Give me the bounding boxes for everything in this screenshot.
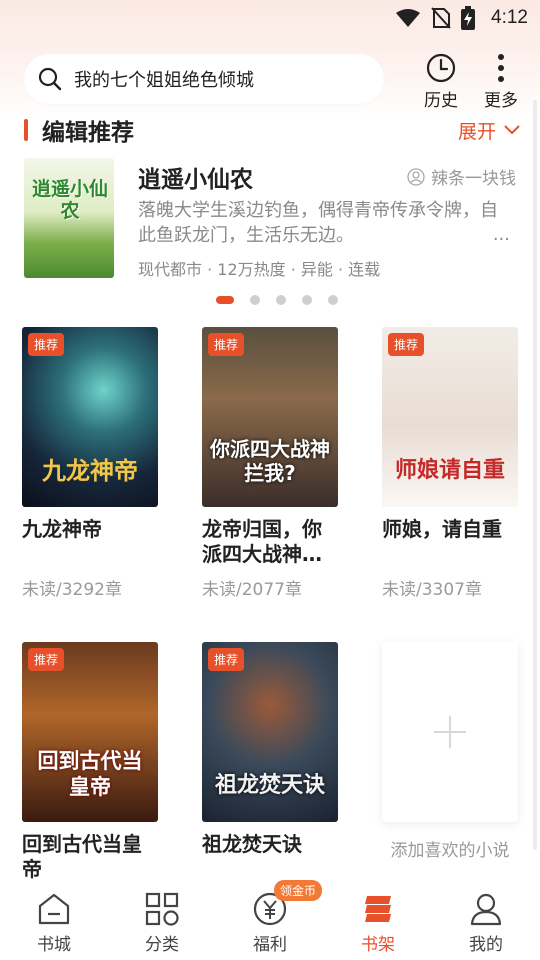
more-vertical-icon <box>498 54 504 82</box>
book-title: 祖龙焚天诀 <box>202 832 302 856</box>
history-label: 历史 <box>424 91 458 111</box>
carousel-dot-active <box>216 296 234 304</box>
book-cover[interactable]: 推荐 回到古代当皇帝 <box>22 642 158 822</box>
carousel-dot <box>250 295 260 305</box>
book-card[interactable]: 推荐 祖龙焚天诀 祖龙焚天诀 <box>202 642 338 882</box>
search-placeholder: 我的七个姐姐绝色倾城 <box>74 70 254 91</box>
featured-ellipsis: ... <box>492 224 510 245</box>
nav-item-profile[interactable]: 我的 <box>432 880 540 960</box>
battery-charging-icon <box>461 6 476 30</box>
wifi-icon <box>396 9 421 27</box>
featured-book-cover[interactable]: 逍遥小仙农 <box>24 158 114 278</box>
nav-item-category[interactable]: 分类 <box>108 880 216 960</box>
book-card[interactable]: 推荐 回到古代当皇帝 回到古代当皇帝 <box>22 642 158 882</box>
scrollbar[interactable] <box>533 100 537 850</box>
featured-author-name: 辣条一块钱 <box>431 169 516 189</box>
recommend-tag: 推荐 <box>388 333 425 356</box>
section-title: 编辑推荐 <box>42 120 134 146</box>
more-button[interactable]: 更多 <box>478 52 524 111</box>
search-bar[interactable]: 我的七个姐姐绝色倾城 <box>24 54 384 104</box>
book-card[interactable]: 推荐 九龙神帝 九龙神帝 未读/3292章 <box>22 327 158 600</box>
cover-title: 师娘请自重 <box>394 458 505 483</box>
nav-item-welfare[interactable]: 领金币 福利 <box>216 880 324 960</box>
cover-title: 你派四大战神拦我? <box>210 437 330 485</box>
nav-label: 书架 <box>361 935 395 955</box>
bottom-nav: 书城 分类 领金币 福利 书架 我的 <box>0 880 540 960</box>
home-icon <box>38 893 70 925</box>
book-progress: 未读/2077章 <box>202 580 302 600</box>
user-icon <box>407 167 425 186</box>
recommend-tag: 推荐 <box>28 648 65 671</box>
recommend-tag: 推荐 <box>208 333 245 356</box>
book-cover[interactable]: 推荐 祖龙焚天诀 <box>202 642 338 822</box>
book-progress: 未读/3292章 <box>22 580 122 600</box>
carousel-dot <box>276 295 286 305</box>
bookshelf-icon <box>365 896 391 922</box>
expand-label: 展开 <box>457 120 496 143</box>
nav-label: 分类 <box>145 935 179 955</box>
book-title: 师娘，请自重 <box>382 517 502 541</box>
coin-badge: 领金币 <box>274 880 323 901</box>
carousel-indicator <box>216 295 338 305</box>
expand-button[interactable]: 展开 <box>458 117 520 144</box>
carousel-dot <box>328 295 338 305</box>
no-sim-icon <box>431 7 451 29</box>
history-button[interactable]: 历史 <box>418 52 464 111</box>
cover-title: 回到古代当皇帝 <box>37 749 143 799</box>
plus-icon <box>434 716 466 748</box>
book-cover[interactable]: 推荐 九龙神帝 <box>22 327 158 507</box>
nav-label: 福利 <box>253 935 287 955</box>
book-title: 回到古代当皇帝 <box>22 832 142 881</box>
add-book-card[interactable] <box>382 642 518 822</box>
clock-icon <box>426 53 456 83</box>
carousel-dot <box>302 295 312 305</box>
section-accent-bar <box>24 119 28 141</box>
book-card[interactable]: 推荐 你派四大战神拦我? 龙帝归国，你派四大战神… 未读/2077章 <box>202 327 338 600</box>
book-card[interactable]: 推荐 师娘请自重 师娘，请自重 未读/3307章 <box>382 327 518 600</box>
featured-meta: 现代都市 · 12万热度 · 异能 · 连载 <box>138 260 381 279</box>
featured-author: 辣条一块钱 <box>407 164 516 189</box>
book-title: 九龙神帝 <box>22 517 102 541</box>
chevron-down-icon <box>504 125 520 135</box>
search-icon <box>38 67 62 91</box>
add-book-label: 添加喜欢的小说 <box>390 841 510 861</box>
book-progress: 未读/3307章 <box>382 580 482 600</box>
more-label: 更多 <box>484 91 518 111</box>
status-bar: 4:12 <box>0 0 540 36</box>
category-grid-icon <box>145 892 179 926</box>
nav-item-bookshelf[interactable]: 书架 <box>324 880 432 960</box>
cover-title: 祖龙焚天诀 <box>214 773 325 798</box>
book-title: 龙帝归国，你派四大战神… <box>202 517 322 566</box>
nav-label: 书城 <box>37 935 71 955</box>
recommend-tag: 推荐 <box>208 648 245 671</box>
featured-cover-title: 逍遥小仙农 <box>31 178 108 222</box>
nav-label: 我的 <box>469 935 503 955</box>
recommend-tag: 推荐 <box>28 333 65 356</box>
book-cover[interactable]: 推荐 师娘请自重 <box>382 327 518 507</box>
featured-book-title[interactable]: 逍遥小仙农 <box>138 160 253 194</box>
nav-item-bookstore[interactable]: 书城 <box>0 880 108 960</box>
featured-description: 落魄大学生溪边钓鱼，偶得青帝传承令牌，自此鱼跃龙门，生活乐无边。 <box>138 200 498 246</box>
cover-title: 九龙神帝 <box>42 457 138 485</box>
book-cover[interactable]: 推荐 你派四大战神拦我? <box>202 327 338 507</box>
editor-section-header: 编辑推荐 展开 <box>24 114 520 146</box>
clock-time: 4:12 <box>491 7 528 28</box>
profile-icon <box>470 893 502 926</box>
